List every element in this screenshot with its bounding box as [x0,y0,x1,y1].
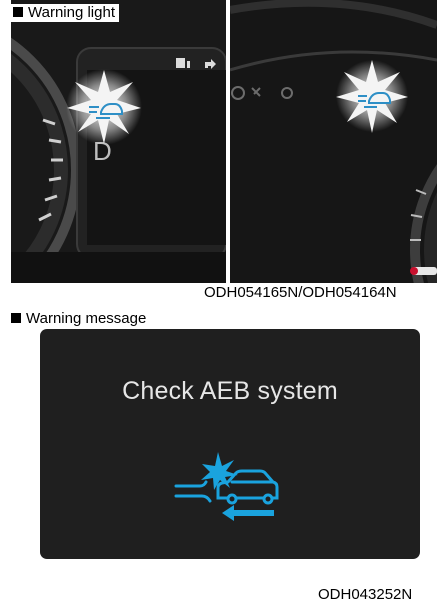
warning-light-photos: D Warning light ODH054165N/ODH054164N [0,0,437,305]
bottom-caption-code: ODH043252N [318,586,413,603]
square-bullet-icon [11,313,21,323]
warning-message-screen: Check AEB system [40,329,420,559]
section-label-warning-light: Warning light [11,4,119,22]
cluster-illustration-left: D [11,0,226,283]
warning-light-label: Warning light [28,4,115,21]
cluster-photo-right [230,0,437,283]
square-bullet-icon [13,7,23,17]
photo-caption-code: ODH054165N/ODH054164N [201,283,437,303]
cluster-illustration-right [230,0,437,283]
section-label-warning-message: Warning message [11,310,146,328]
aeb-warning-icon [174,452,279,521]
warning-message-label: Warning message [26,310,147,327]
cluster-photo-left: D [11,0,226,283]
warning-message-text: Check AEB system [122,377,338,405]
